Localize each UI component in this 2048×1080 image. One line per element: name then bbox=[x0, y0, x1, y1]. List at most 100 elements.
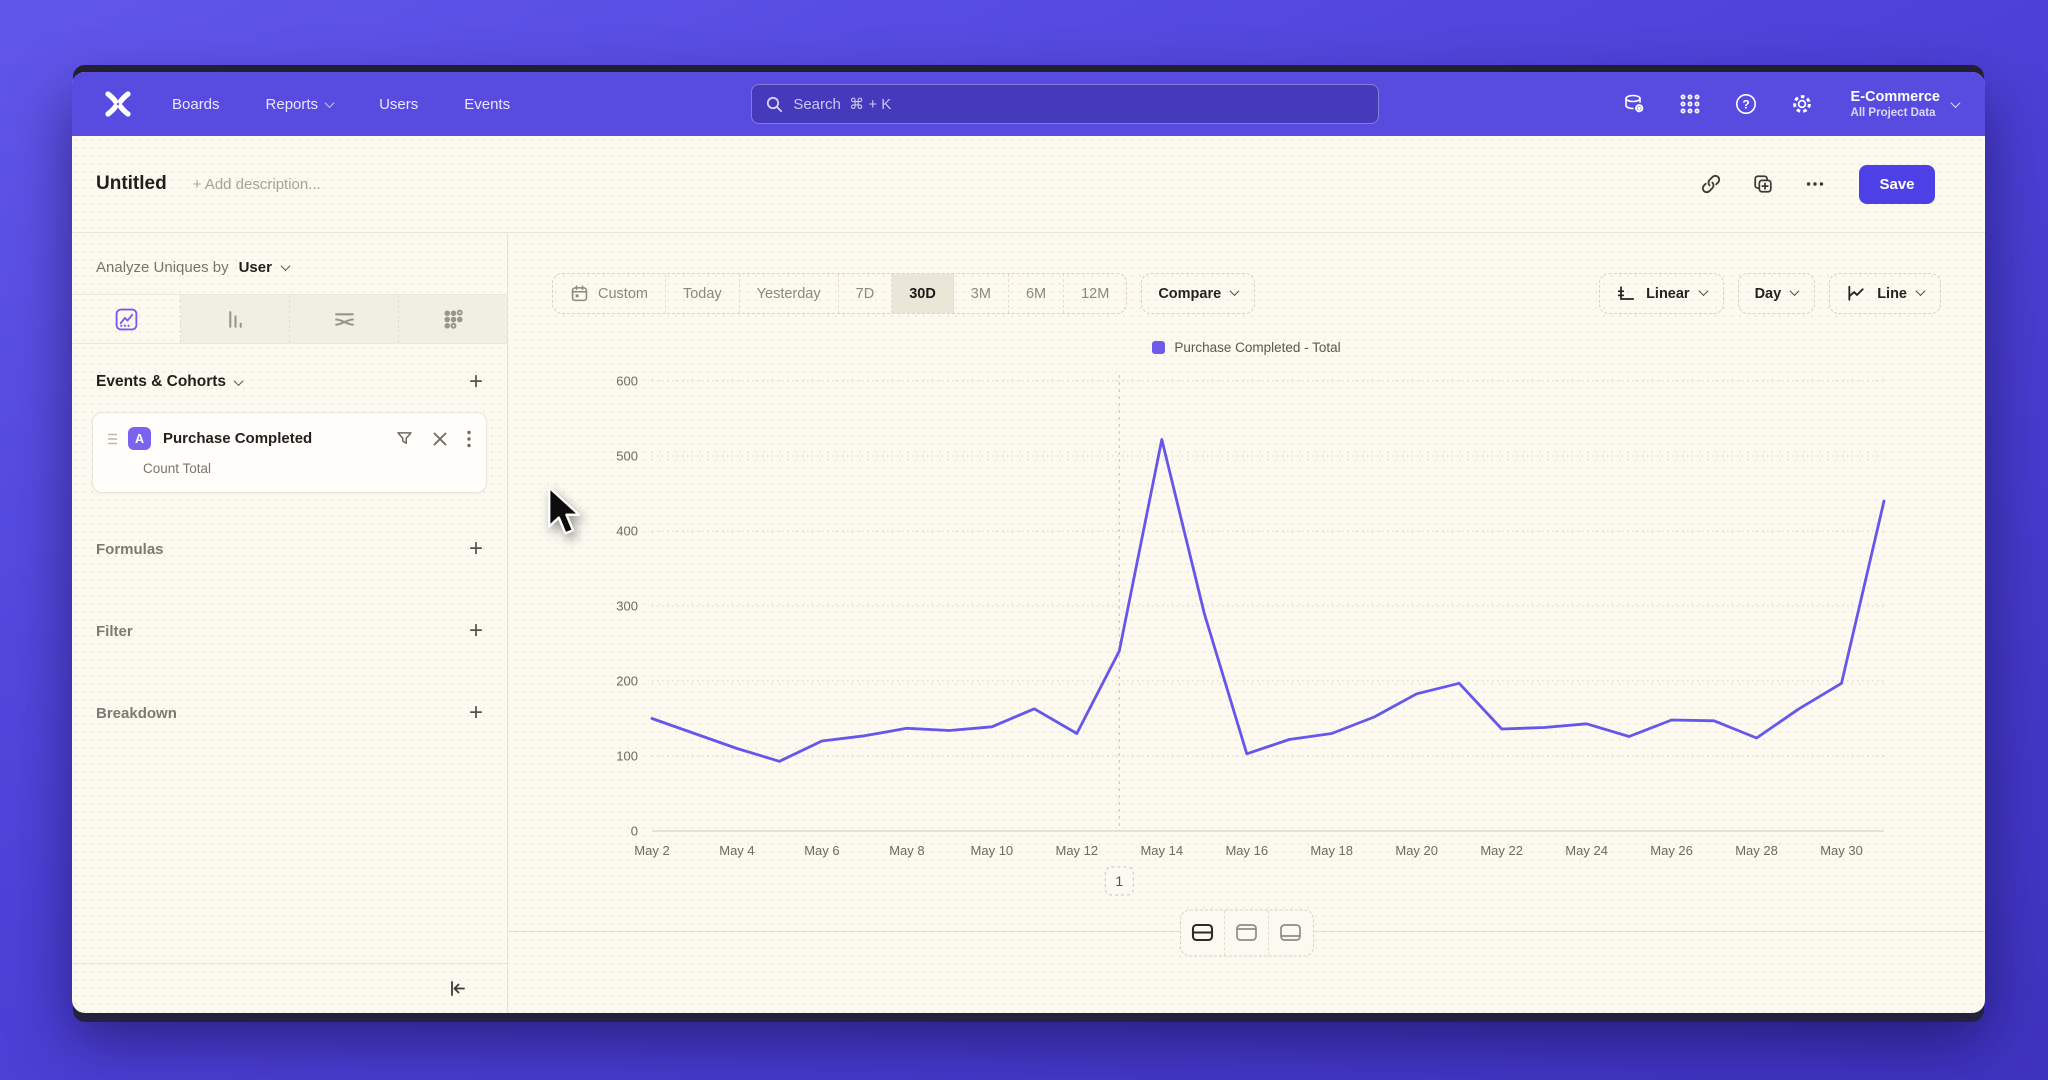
range-label: Today bbox=[683, 286, 722, 302]
x-axis-label: May 6 bbox=[804, 843, 839, 858]
project-switcher[interactable]: E-Commerce All Project Data bbox=[1851, 89, 1959, 119]
interval-dropdown[interactable]: Day bbox=[1738, 273, 1816, 314]
range-12m[interactable]: 12M bbox=[1064, 274, 1126, 313]
svg-text:?: ? bbox=[1742, 97, 1749, 111]
remove-event-icon[interactable] bbox=[432, 431, 448, 447]
data-management-icon[interactable] bbox=[1621, 91, 1647, 117]
range-6m[interactable]: 6M bbox=[1009, 274, 1064, 313]
filter-icon[interactable] bbox=[395, 429, 414, 448]
add-formulas-button[interactable]: + bbox=[469, 539, 483, 559]
nav-right: ? E-Commerce All Project Data bbox=[1621, 89, 1959, 119]
chevron-down-icon bbox=[1916, 286, 1926, 296]
range-yesterday[interactable]: Yesterday bbox=[740, 274, 839, 313]
line-chart-icon bbox=[1846, 283, 1867, 304]
sidebar-row-breakdown[interactable]: Breakdown+ bbox=[72, 671, 507, 753]
y-axis-label: 200 bbox=[616, 674, 638, 689]
interval-label: Day bbox=[1755, 286, 1782, 302]
layout-top-panel-button[interactable] bbox=[1225, 911, 1269, 956]
add-breakdown-button[interactable]: + bbox=[469, 703, 483, 723]
sidebar-add-rows: Formulas+Filter+Breakdown+ bbox=[72, 507, 507, 753]
nav-item-reports[interactable]: Reports bbox=[266, 96, 334, 113]
search-bar[interactable] bbox=[751, 84, 1379, 124]
range-today[interactable]: Today bbox=[666, 274, 740, 313]
series-line[interactable] bbox=[652, 440, 1884, 762]
layout-split-rows-button[interactable] bbox=[1181, 911, 1225, 956]
compare-label: Compare bbox=[1158, 286, 1221, 302]
event-letter-badge: A bbox=[128, 427, 151, 450]
range-30d[interactable]: 30D bbox=[892, 274, 954, 313]
duplicate-icon[interactable] bbox=[1751, 172, 1775, 196]
chart-type-tabbar bbox=[72, 294, 507, 344]
nav-item-events[interactable]: Events bbox=[464, 96, 510, 113]
layout-switcher-row bbox=[552, 907, 1941, 959]
y-axis-label: 300 bbox=[616, 599, 638, 614]
help-icon[interactable]: ? bbox=[1733, 91, 1759, 117]
copy-link-icon[interactable] bbox=[1699, 172, 1723, 196]
event-metric[interactable]: Count Total bbox=[143, 461, 472, 476]
sidebar-row-formulas[interactable]: Formulas + bbox=[72, 507, 507, 589]
y-axis-label: 0 bbox=[630, 824, 637, 839]
range-3m[interactable]: 3M bbox=[954, 274, 1009, 313]
x-axis-label: May 2 bbox=[634, 843, 669, 858]
scale-label: Linear bbox=[1646, 286, 1690, 302]
event-name[interactable]: Purchase Completed bbox=[163, 430, 312, 447]
add-event-button[interactable]: + bbox=[469, 372, 483, 392]
compare-dropdown[interactable]: Compare bbox=[1141, 273, 1255, 314]
more-options-icon[interactable] bbox=[1803, 172, 1827, 196]
collapse-sidebar-icon[interactable] bbox=[448, 979, 467, 998]
chevron-down-icon bbox=[1698, 286, 1708, 296]
range-label: 30D bbox=[909, 286, 936, 302]
x-axis-label: May 16 bbox=[1225, 843, 1268, 858]
date-range-segmented-control: Custom Today Yesterday7D 30D 3M 6M 12M bbox=[552, 273, 1127, 314]
row-label: Filter bbox=[96, 623, 133, 640]
x-axis-label: May 20 bbox=[1395, 843, 1438, 858]
tab-funnels[interactable] bbox=[181, 295, 290, 343]
project-subtitle: All Project Data bbox=[1851, 107, 1940, 119]
tab-flows[interactable] bbox=[290, 295, 399, 343]
chevron-down-icon bbox=[280, 261, 290, 271]
layout-bottom-panel-button[interactable] bbox=[1269, 911, 1313, 956]
events-cohorts-label[interactable]: Events & Cohorts bbox=[96, 373, 226, 391]
chart-controls: Custom Today Yesterday7D 30D 3M 6M 12M Compare bbox=[552, 273, 1941, 314]
analyze-uniques-row: Analyze Uniques by User bbox=[72, 233, 507, 294]
chart-type-label: Line bbox=[1877, 286, 1907, 302]
settings-gear-icon[interactable] bbox=[1789, 91, 1815, 117]
add-filter-button[interactable]: + bbox=[469, 621, 483, 641]
mixpanel-logo-icon[interactable] bbox=[98, 84, 138, 124]
x-axis-label: May 28 bbox=[1735, 843, 1778, 858]
line-chart-svg[interactable]: 0100200300400500600May 2May 4May 6May 8M… bbox=[582, 359, 1912, 907]
report-title[interactable]: Untitled bbox=[96, 173, 167, 195]
nav-item-users[interactable]: Users bbox=[379, 96, 418, 113]
x-axis-label: May 24 bbox=[1565, 843, 1608, 858]
add-description-field[interactable]: + Add description... bbox=[193, 176, 321, 193]
range-label: 6M bbox=[1026, 286, 1046, 302]
save-button[interactable]: Save bbox=[1859, 165, 1935, 204]
x-axis-label: May 14 bbox=[1140, 843, 1183, 858]
x-axis-label: May 4 bbox=[719, 843, 754, 858]
range-custom[interactable]: Custom bbox=[553, 274, 666, 313]
chart-type-dropdown[interactable]: Line bbox=[1829, 273, 1941, 314]
chevron-down-icon bbox=[1230, 286, 1240, 296]
row-label: Formulas bbox=[96, 541, 164, 558]
search-input[interactable] bbox=[793, 96, 1364, 113]
query-sidebar: Analyze Uniques by User bbox=[72, 233, 508, 1013]
legend-label: Purchase Completed - Total bbox=[1174, 340, 1340, 355]
analyze-value-dropdown[interactable]: User bbox=[239, 259, 272, 276]
event-card[interactable]: A Purchase Completed bbox=[92, 412, 487, 493]
y-axis-label: 100 bbox=[616, 749, 638, 764]
chevron-down-icon bbox=[1790, 286, 1800, 296]
tab-insights[interactable] bbox=[72, 295, 181, 343]
scale-dropdown[interactable]: Linear bbox=[1599, 273, 1724, 314]
top-nav: Boards Reports Users Events bbox=[72, 72, 1985, 136]
sidebar-row-filter[interactable]: Filter + bbox=[72, 589, 507, 671]
nav-links: Boards Reports Users Events bbox=[172, 96, 510, 113]
drag-handle-icon[interactable] bbox=[107, 432, 118, 446]
tab-retention[interactable] bbox=[399, 295, 507, 343]
report-header: Untitled + Add description... bbox=[72, 136, 1985, 233]
legend-item[interactable]: Purchase Completed - Total bbox=[552, 340, 1941, 355]
range-7d[interactable]: 7D bbox=[839, 274, 893, 313]
nav-item-boards[interactable]: Boards bbox=[172, 96, 220, 113]
event-options-icon[interactable] bbox=[466, 430, 472, 448]
apps-grid-icon[interactable] bbox=[1677, 91, 1703, 117]
x-axis-label: May 30 bbox=[1820, 843, 1863, 858]
